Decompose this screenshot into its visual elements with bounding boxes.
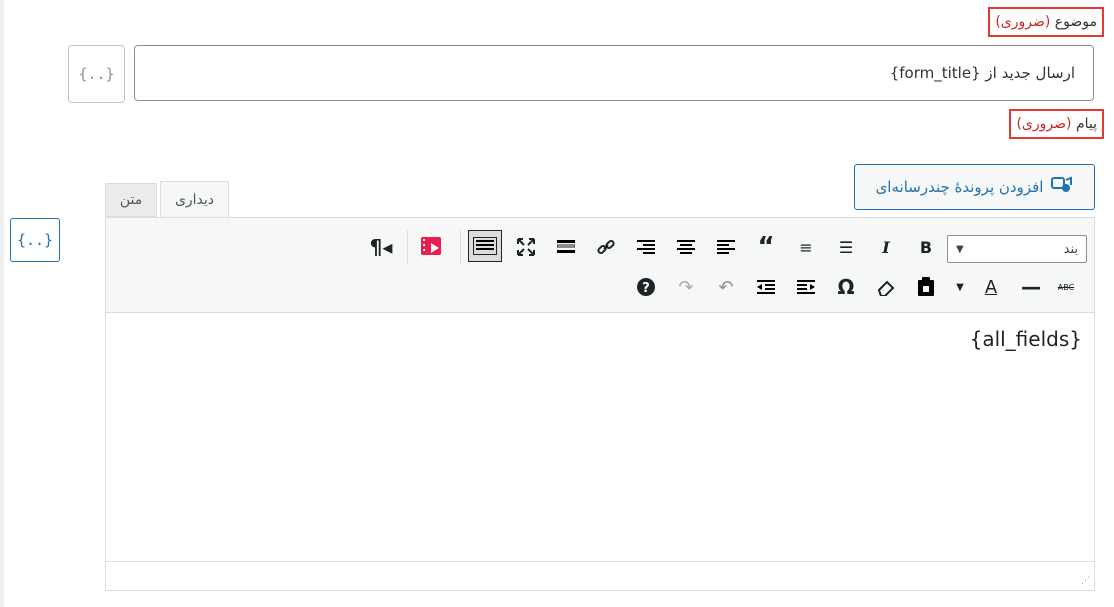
bold-button[interactable]: B bbox=[911, 232, 941, 262]
editor-content[interactable]: {all_fields} bbox=[106, 313, 1094, 563]
link-icon[interactable] bbox=[591, 232, 621, 262]
svg-text:?: ? bbox=[642, 281, 650, 296]
align-left-icon[interactable] bbox=[711, 232, 741, 262]
italic-button[interactable]: I bbox=[871, 232, 901, 262]
subject-label-text: موضوع bbox=[1054, 14, 1097, 30]
strikethrough-icon[interactable]: ABC bbox=[1051, 272, 1081, 302]
eraser-icon[interactable] bbox=[871, 272, 901, 302]
resize-handle-icon[interactable]: ⋰ bbox=[1081, 576, 1090, 586]
read-more-icon[interactable] bbox=[551, 232, 581, 262]
chevron-down-icon[interactable]: ▼ bbox=[950, 272, 970, 302]
subject-label: موضوع (ضروری) bbox=[988, 7, 1104, 37]
message-merge-tag-button[interactable]: {..} bbox=[10, 218, 60, 262]
add-media-label: افزودن پروندهٔ چندرسانه‌ای bbox=[875, 178, 1044, 196]
pilcrow-rtl-icon[interactable]: ¶◂ bbox=[366, 232, 396, 262]
numbered-list-icon[interactable]: ≡ bbox=[791, 232, 821, 262]
fullscreen-icon[interactable] bbox=[511, 232, 541, 262]
message-label-text: پیام bbox=[1075, 116, 1097, 132]
message-label: پیام (ضروری) bbox=[1009, 109, 1104, 139]
editor-statusbar: ⋰ bbox=[106, 561, 1094, 590]
horizontal-line-icon[interactable]: — bbox=[1016, 272, 1046, 302]
indent-icon[interactable] bbox=[751, 272, 781, 302]
special-character-icon[interactable]: Ω bbox=[831, 272, 861, 302]
add-media-button[interactable]: افزودن پروندهٔ چندرسانه‌ای bbox=[854, 164, 1095, 210]
blockquote-icon[interactable]: “ bbox=[751, 232, 781, 262]
video-embed-icon[interactable] bbox=[418, 232, 448, 262]
redo-icon[interactable]: ↷ bbox=[671, 272, 701, 302]
subject-input[interactable]: ارسال جدید از {form_title} bbox=[134, 45, 1094, 101]
required-indicator: (ضروری) bbox=[1016, 116, 1072, 132]
required-indicator: (ضروری) bbox=[995, 14, 1051, 30]
paste-text-icon[interactable] bbox=[911, 272, 941, 302]
subject-merge-tag-button[interactable]: {..} bbox=[68, 45, 125, 103]
tab-visual[interactable]: دیداری bbox=[160, 181, 229, 218]
tab-text[interactable]: متن bbox=[105, 183, 157, 217]
toolbar-separator bbox=[460, 230, 461, 264]
text-color-icon[interactable]: A bbox=[976, 272, 1006, 302]
help-icon[interactable]: ? bbox=[631, 272, 661, 302]
paragraph-format-select[interactable]: بند ▼ bbox=[947, 235, 1087, 263]
align-right-icon[interactable] bbox=[631, 232, 661, 262]
editor-toolbar: بند ▼ B I ☰ ≡ “ ¶◂ ABC — A ▼ Ω ↶ ↷ ? bbox=[106, 218, 1094, 313]
toolbar-toggle-icon[interactable] bbox=[468, 230, 502, 262]
format-select-value: بند bbox=[1063, 241, 1078, 257]
left-divider bbox=[0, 0, 4, 607]
bulleted-list-icon[interactable]: ☰ bbox=[831, 232, 861, 262]
undo-icon[interactable]: ↶ bbox=[711, 272, 741, 302]
toolbar-separator bbox=[407, 230, 408, 264]
message-editor: بند ▼ B I ☰ ≡ “ ¶◂ ABC — A ▼ Ω ↶ ↷ ? {al… bbox=[105, 217, 1095, 591]
media-icon bbox=[1051, 175, 1073, 199]
align-center-icon[interactable] bbox=[671, 232, 701, 262]
outdent-icon[interactable] bbox=[791, 272, 821, 302]
chevron-down-icon: ▼ bbox=[956, 243, 964, 255]
